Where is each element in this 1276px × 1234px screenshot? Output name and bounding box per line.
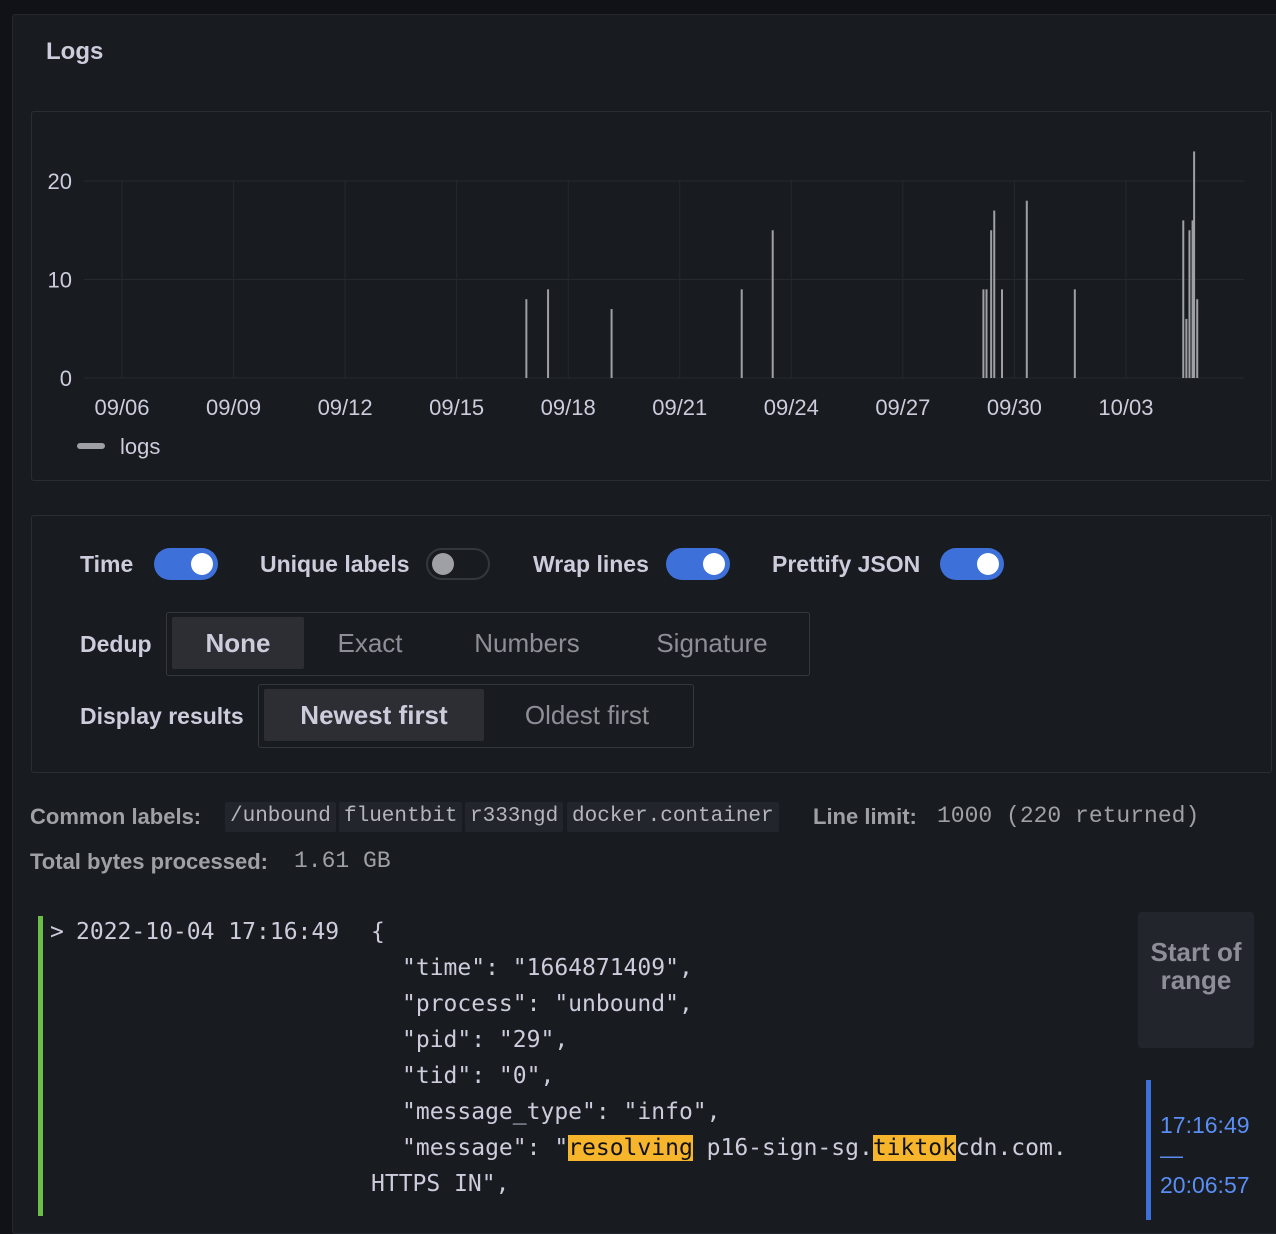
logs-volume-chart: 09/06 09/09 09/12 09/15 09/18 09/21 09/24 09/27… [48, 151, 1244, 459]
data-bar [610, 309, 613, 378]
log-level-indicator [38, 916, 43, 1216]
toggle-knob [703, 553, 725, 575]
message-text: cdn.com. [955, 1135, 1067, 1161]
dedup-label: Dedup [80, 631, 152, 657]
display-order-radio-group: Newest first Oldest first [258, 684, 694, 748]
range-end: 20:06:57 [1160, 1172, 1250, 1198]
wrap-lines-toggle-label: Wrap lines [533, 551, 649, 577]
common-label-chip: docker.container [567, 802, 779, 832]
data-bar [1073, 289, 1076, 378]
dedup-option-signature[interactable]: Signature [622, 617, 802, 669]
logs-volume-graph: 09/06 09/09 09/12 09/15 09/18 09/21 09/24 09/27… [31, 111, 1272, 481]
range-dash: — [1160, 1142, 1183, 1168]
x-tick-label: 09/12 [318, 395, 373, 420]
y-tick-label: 0 [60, 366, 72, 391]
total-bytes-value: 1.61 GB [294, 848, 391, 874]
data-bar [740, 289, 743, 378]
x-tick-label: 09/21 [652, 395, 707, 420]
x-tick-label: 09/09 [206, 395, 261, 420]
search-highlight: resolving [568, 1135, 693, 1161]
range-start: 17:16:49 [1160, 1112, 1250, 1138]
dedup-option-numbers[interactable]: Numbers [452, 617, 602, 669]
log-timestamp[interactable]: 2022-10-04 17:16:49 [76, 914, 339, 950]
data-bar [985, 289, 988, 378]
x-tick-label: 09/30 [987, 395, 1042, 420]
search-highlight: tiktok [872, 1135, 956, 1161]
legend-label: logs [120, 434, 160, 459]
common-label-chip: r333ngd [465, 802, 564, 832]
common-label-chip: /unbound [225, 802, 336, 832]
log-line: "time": "1664871409", [402, 955, 693, 981]
prettify-json-toggle-label: Prettify JSON [772, 551, 921, 577]
range-indicator[interactable] [1146, 1080, 1151, 1220]
data-bar [1193, 151, 1196, 378]
total-bytes-label: Total bytes processed: [30, 849, 268, 874]
data-bar [990, 230, 993, 378]
line-limit-value: 1000 (220 returned) [937, 803, 1200, 829]
unique-labels-toggle[interactable] [426, 548, 490, 580]
legend-swatch [77, 443, 105, 449]
range-label[interactable]: 17:16:49 — 20:06:57 [1160, 1110, 1270, 1200]
data-bar [1025, 200, 1028, 378]
data-bar [993, 210, 996, 378]
data-bar [525, 299, 528, 378]
log-message-wrap: HTTPS IN", [371, 1171, 510, 1197]
x-tick-label: 10/03 [1098, 395, 1153, 420]
order-option-oldest[interactable]: Oldest first [489, 689, 685, 741]
wrap-lines-toggle[interactable] [666, 548, 730, 580]
data-bar [1185, 318, 1188, 378]
data-bar [1182, 220, 1185, 378]
log-line: "tid": "0", [402, 1063, 555, 1089]
x-tick-label: 09/24 [764, 395, 819, 420]
data-bar [547, 289, 550, 378]
y-tick-label: 20 [48, 169, 72, 194]
toggle-knob [977, 553, 999, 575]
toggle-knob [191, 553, 213, 575]
x-tick-label: 09/27 [875, 395, 930, 420]
x-tick-label: 09/18 [541, 395, 596, 420]
unique-labels-toggle-label: Unique labels [260, 551, 410, 577]
y-tick-label: 10 [48, 268, 72, 293]
dedup-option-none[interactable]: None [172, 617, 304, 669]
log-line: "pid": "29", [402, 1027, 569, 1053]
time-toggle[interactable] [154, 548, 218, 580]
common-labels-label: Common labels: [30, 804, 202, 829]
expand-row-chevron-icon[interactable]: > [50, 914, 64, 950]
log-line: "process": "unbound", [402, 991, 693, 1017]
data-bar [771, 230, 774, 378]
message-text: p16-sign-sg. [692, 1135, 873, 1161]
log-line: "message_type": "info", [402, 1099, 721, 1125]
data-bar [1001, 289, 1004, 378]
toggle-knob [432, 553, 454, 575]
line-limit-label: Line limit: [813, 804, 917, 829]
data-bar [1196, 299, 1199, 378]
panel-title: Logs [46, 38, 104, 65]
log-brace: { [371, 919, 385, 945]
x-tick-label: 09/15 [429, 395, 484, 420]
order-option-newest[interactable]: Newest first [264, 689, 484, 741]
common-label-chip: fluentbit [339, 802, 463, 832]
display-results-label: Display results [80, 703, 244, 729]
dedup-option-exact[interactable]: Exact [304, 617, 436, 669]
start-of-range-button[interactable]: Start of range [1138, 912, 1254, 1048]
time-toggle-label: Time [80, 551, 134, 577]
x-tick-label: 09/06 [94, 395, 149, 420]
dedup-radio-group: None Exact Numbers Signature [166, 612, 810, 676]
log-message-line: "message": "resolving p16-sign-sg.tiktok… [402, 1130, 1067, 1166]
prettify-json-toggle[interactable] [940, 548, 1004, 580]
data-bar [1188, 230, 1191, 378]
message-key: "message": " [402, 1135, 569, 1161]
data-bar [982, 289, 985, 378]
